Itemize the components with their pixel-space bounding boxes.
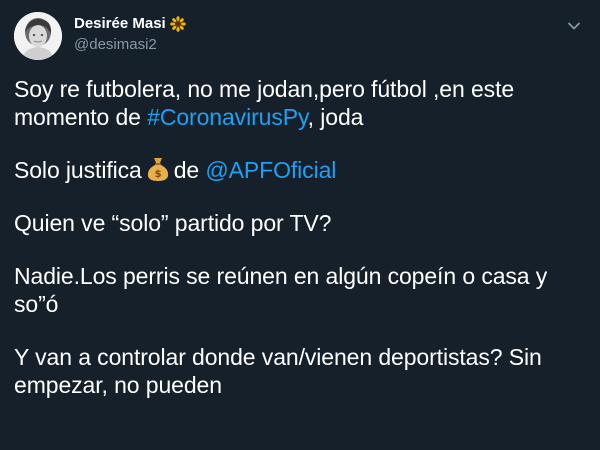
- tweet-paragraph: Quien ve “solo” partido por TV?: [14, 209, 589, 237]
- hashtag-link[interactable]: #CoronavirusPy: [147, 104, 308, 130]
- tweet-header: Desirée Masi @desimasi2: [14, 12, 586, 64]
- author-display-name[interactable]: Desirée Masi: [74, 14, 166, 34]
- tweet-paragraph: Soy re futbolera, no me jodan,pero fútbo…: [14, 75, 589, 131]
- paragraph-text: Quien ve “solo” partido por TV?: [14, 210, 332, 236]
- tweet-paragraph: Y van a controlar donde van/vienen depor…: [14, 343, 589, 399]
- paragraph-text: Nadie.Los perris se reúnen en algún cope…: [14, 263, 548, 317]
- tweet-menu-button[interactable]: [562, 14, 586, 38]
- sunflower-icon: [169, 16, 186, 32]
- mention-link[interactable]: @APFOficial: [205, 157, 336, 183]
- tweet-card: Desirée Masi @desimasi2 Soy re futbolera…: [0, 0, 600, 450]
- money-bag-icon: $: [146, 156, 170, 182]
- tweet-paragraph: Nadie.Los perris se reúnen en algún cope…: [14, 262, 589, 318]
- chevron-down-icon: [567, 19, 581, 33]
- author-handle[interactable]: @desimasi2: [74, 35, 186, 55]
- avatar[interactable]: [14, 12, 62, 60]
- author-info: Desirée Masi @desimasi2: [74, 14, 186, 55]
- paragraph-text: Y van a controlar donde van/vienen depor…: [14, 344, 542, 398]
- paragraph-text: Solo justifica: [14, 157, 142, 183]
- avatar-image: [14, 12, 62, 60]
- tweet-text: Soy re futbolera, no me jodan,pero fútbo…: [14, 75, 589, 424]
- paragraph-text: de: [173, 157, 206, 183]
- tweet-paragraph: Solo justifica $ de @APFOficial: [14, 156, 589, 184]
- svg-text:$: $: [154, 169, 161, 180]
- paragraph-text: , joda: [307, 104, 364, 130]
- author-name-row: Desirée Masi: [74, 14, 186, 34]
